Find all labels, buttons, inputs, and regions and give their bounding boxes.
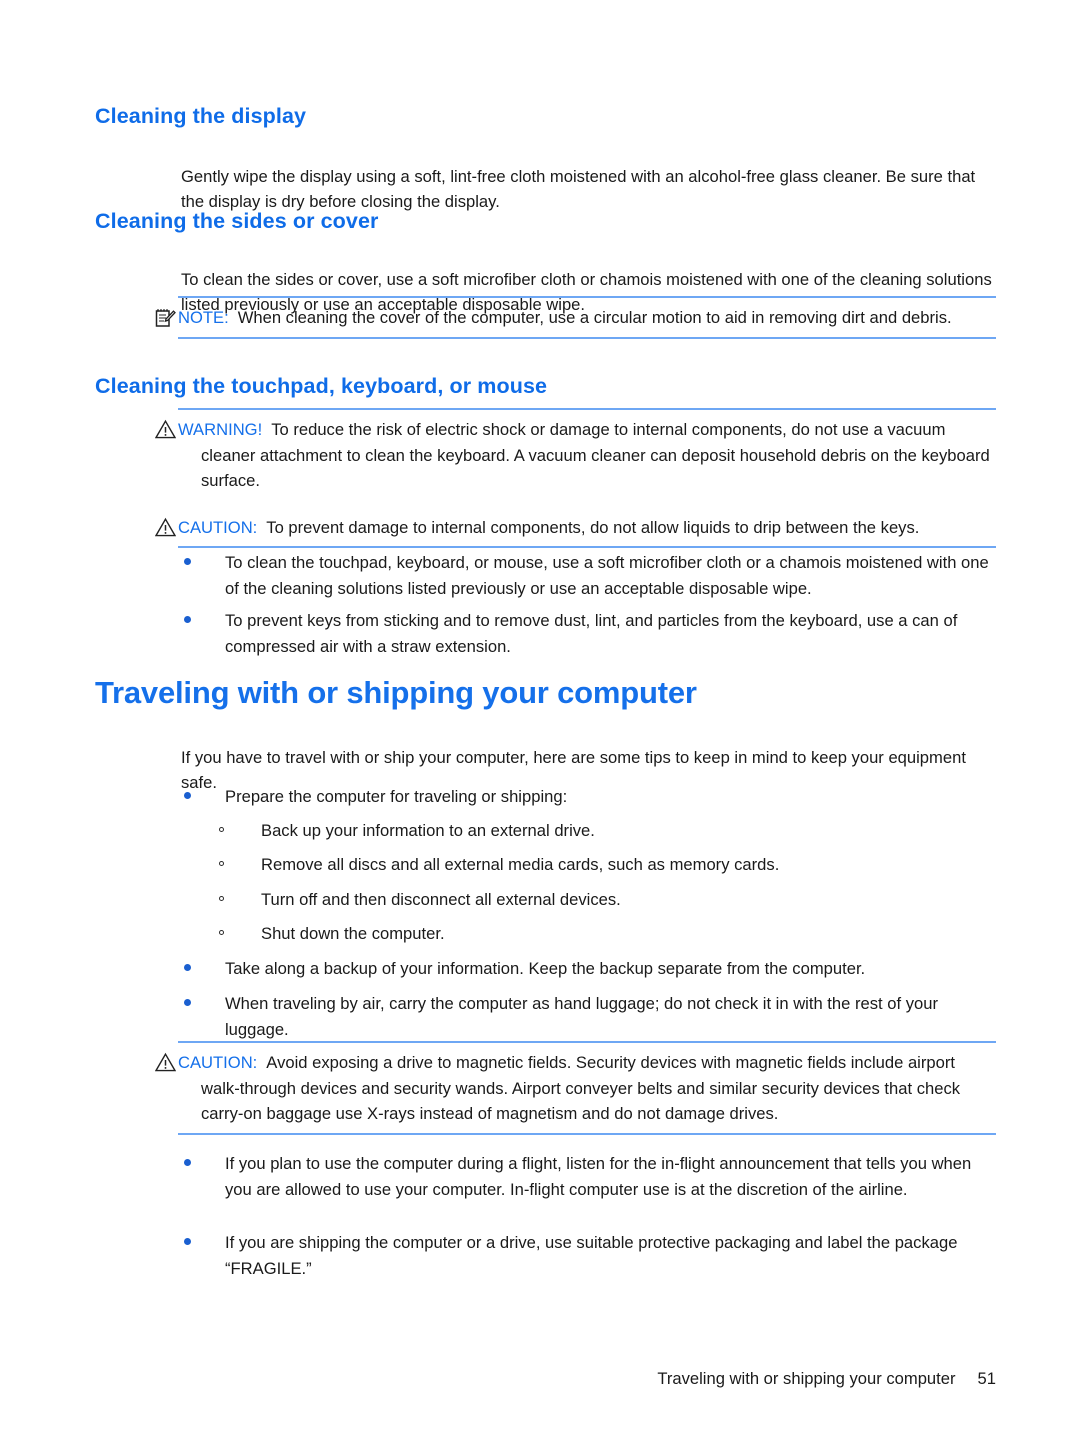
list-item-text: Prepare the computer for traveling or sh… [225, 787, 568, 806]
sub-bullet-circle-icon [219, 861, 224, 866]
bullet-dot-icon [184, 558, 191, 565]
warning-body-text: To reduce the risk of electric shock or … [201, 420, 990, 490]
bullet-dot-icon [184, 616, 191, 623]
bullet-dot-icon [184, 964, 191, 971]
list-item-text: To clean the touchpad, keyboard, or mous… [225, 553, 989, 598]
note-text-wrapper: NOTE: When cleaning the cover of the comp… [178, 305, 996, 331]
list-item-text: If you are shipping the computer or a dr… [225, 1233, 958, 1278]
sub-bullet-circle-icon [219, 827, 224, 832]
footer-page-number: 51 [977, 1369, 996, 1388]
warning-triangle-icon [154, 1052, 177, 1073]
list-item-text: Turn off and then disconnect all externa… [261, 890, 621, 909]
warning-triangle-icon [154, 517, 177, 538]
list-item: If you plan to use the computer during a… [181, 1151, 996, 1202]
warning-triangle-icon [154, 419, 177, 440]
sub-bullet-circle-icon [219, 896, 224, 901]
note-body-text: When cleaning the cover of the computer,… [237, 308, 952, 327]
list-item: Turn off and then disconnect all externa… [217, 887, 997, 913]
list-item-text: Back up your information to an external … [261, 821, 595, 840]
admonition-bottom-rule [178, 546, 996, 548]
heading-cleaning-the-touchpad-keyboard-or-mouse: Cleaning the touchpad, keyboard, or mous… [95, 374, 548, 398]
sub-bullet-circle-icon [219, 930, 224, 935]
bullet-dot-icon [184, 1238, 191, 1245]
heading-cleaning-the-sides-or-cover: Cleaning the sides or cover [95, 209, 379, 233]
admonition-bottom-rule [178, 1132, 996, 1135]
list-item-text: Take along a backup of your information.… [225, 959, 866, 978]
list-item: To prevent keys from sticking and to rem… [181, 608, 996, 659]
list-item: When traveling by air, carry the compute… [181, 991, 996, 1042]
heading-cleaning-the-display: Cleaning the display [95, 104, 307, 128]
list-item: Take along a backup of your information.… [181, 956, 996, 982]
caution-block-magnetic-fields: CAUTION: Avoid exposing a drive to magnet… [154, 1041, 996, 1135]
note-block-cover-cleaning: NOTE: When cleaning the cover of the comp… [155, 296, 996, 339]
admonition-bottom-rule [178, 336, 996, 339]
list-item: Remove all discs and all external media … [217, 852, 997, 878]
list-item-text: To prevent keys from sticking and to rem… [225, 611, 958, 656]
list-item-text: When traveling by air, carry the compute… [225, 994, 938, 1039]
caution-text-wrapper: CAUTION: Avoid exposing a drive to magnet… [178, 1050, 996, 1127]
page-title-traveling-with-or-shipping-your-computer: Traveling with or shipping your computer [95, 675, 697, 710]
warning-caution-block-keyboard: WARNING! To reduce the risk of electric s… [154, 408, 996, 548]
caution-text-wrapper: CAUTION: To prevent damage to internal co… [178, 515, 996, 541]
caution-body-text: Avoid exposing a drive to magnetic field… [201, 1053, 961, 1123]
list-item: Back up your information to an external … [217, 818, 997, 844]
warning-label: WARNING! [178, 420, 263, 439]
caution-body-text: To prevent damage to internal components… [266, 517, 920, 537]
footer-section-title: Traveling with or shipping your computer [657, 1369, 956, 1388]
note-pad-pencil-icon [155, 307, 176, 328]
paragraph-cleaning-the-display: Gently wipe the display using a soft, li… [181, 166, 976, 212]
bullet-dot-icon [184, 792, 191, 799]
caution-label: CAUTION: [178, 517, 258, 537]
list-item: Shut down the computer. [217, 921, 997, 947]
bullet-dot-icon [184, 999, 191, 1006]
list-item: If you are shipping the computer or a dr… [181, 1230, 996, 1281]
warning-text-wrapper: WARNING! To reduce the risk of electric s… [178, 417, 996, 494]
list-item-text: If you plan to use the computer during a… [225, 1154, 972, 1199]
list-item: Prepare the computer for traveling or sh… [181, 784, 996, 810]
document-page: Cleaning the display Gently wipe the dis… [0, 0, 1080, 1438]
bullet-dot-icon [184, 1159, 191, 1166]
list-item-text: Shut down the computer. [261, 924, 445, 943]
list-item: To clean the touchpad, keyboard, or mous… [181, 550, 996, 601]
page-footer: Traveling with or shipping your computer… [0, 1369, 996, 1389]
caution-label: CAUTION: [178, 1053, 258, 1072]
list-item-text: Remove all discs and all external media … [261, 855, 780, 874]
note-label: NOTE: [178, 308, 229, 327]
